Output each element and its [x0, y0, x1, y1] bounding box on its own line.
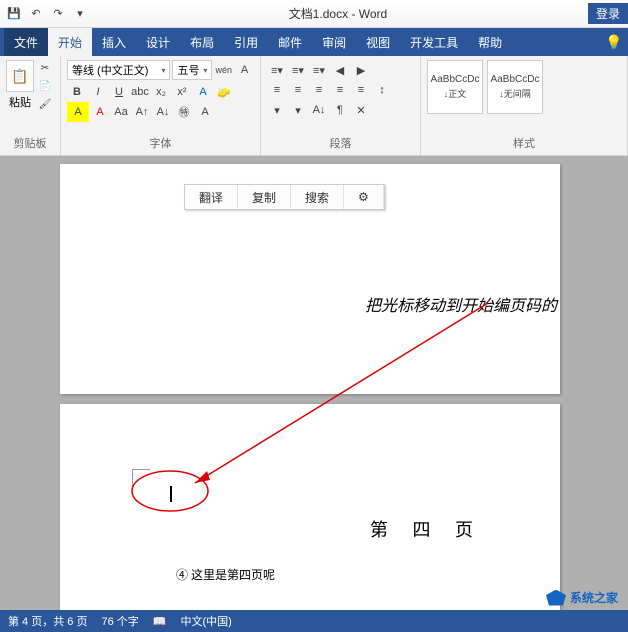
page-header-text: 第 四 页 [370, 516, 483, 542]
align-right-icon[interactable]: ≡ [309, 80, 329, 100]
borders-icon[interactable]: ▾ [288, 100, 308, 120]
mini-copy-button[interactable]: 复制 [238, 185, 291, 209]
annotation-text: 把光标移动到开始编页码的 [365, 292, 557, 316]
tab-mail[interactable]: 邮件 [268, 28, 312, 56]
watermark: 系统之家 [546, 589, 618, 606]
paste-button[interactable]: 粘贴 [9, 94, 31, 110]
text-cursor-icon [170, 486, 172, 502]
bold-button[interactable]: B [67, 82, 87, 102]
align-center-icon[interactable]: ≡ [288, 80, 308, 100]
tab-design[interactable]: 设计 [136, 28, 180, 56]
tab-layout[interactable]: 布局 [180, 28, 224, 56]
tab-view[interactable]: 视图 [356, 28, 400, 56]
decrease-indent-icon[interactable]: ◀ [330, 60, 350, 80]
style-nospacing[interactable]: AaBbCcDc ↓无间隔 [487, 60, 543, 114]
tab-developer[interactable]: 开发工具 [400, 28, 468, 56]
subscript-button[interactable]: x₂ [151, 82, 171, 102]
ribbon: 📋 粘贴 ✂ 📄 🖌 剪贴板 等线 (中文正文) 五号 wén A B I U [0, 56, 628, 156]
tab-review[interactable]: 审阅 [312, 28, 356, 56]
group-font: 等线 (中文正文) 五号 wén A B I U abc x₂ x² A 🧽 A… [61, 56, 261, 155]
numbering-icon[interactable]: ≡▾ [288, 60, 308, 80]
highlight-icon[interactable]: A [67, 102, 89, 122]
char-scaling-icon[interactable]: A [195, 102, 215, 122]
group-clipboard-label: 剪贴板 [6, 133, 54, 151]
style-normal[interactable]: AaBbCcDc ↓正文 [427, 60, 483, 114]
paste-icon[interactable]: 📋 [6, 60, 34, 92]
titlebar: 💾 ↶ ↷ ▾ 文档1.docx - Word 登录 [0, 0, 628, 28]
tab-file[interactable]: 文件 [4, 28, 48, 56]
grow-font-icon[interactable]: A↑ [132, 102, 152, 122]
mini-search-button[interactable]: 搜索 [291, 185, 344, 209]
group-clipboard: 📋 粘贴 ✂ 📄 🖌 剪贴板 [0, 56, 61, 155]
group-styles-label: 样式 [427, 133, 621, 151]
page-body-text: ④ 这里是第四页呢 [176, 566, 275, 583]
tab-references[interactable]: 引用 [224, 28, 268, 56]
statusbar: 第 4 页，共 6 页 76 个字 📖 中文(中国) [0, 610, 628, 632]
tab-help[interactable]: 帮助 [468, 28, 512, 56]
page-4[interactable]: 第 四 页 ④ 这里是第四页呢 [60, 404, 560, 610]
status-words[interactable]: 76 个字 [101, 613, 138, 629]
status-language[interactable]: 中文(中国) [180, 613, 231, 629]
group-paragraph: ≡▾ ≡▾ ≡▾ ◀ ▶ ≡ ≡ ≡ ≡ ≡ ↕ ▾ ▾ A↓ ¶ ✕ [261, 56, 421, 155]
mini-translate-button[interactable]: 翻译 [185, 185, 238, 209]
underline-button[interactable]: U [109, 82, 129, 102]
document-area[interactable]: 翻译 复制 搜索 ⚙ 把光标移动到开始编页码的 第 四 页 ④ 这里是第四页呢 [0, 156, 628, 610]
text-effects-icon[interactable]: A [193, 82, 213, 102]
shading-icon[interactable]: ▾ [267, 100, 287, 120]
show-marks-icon[interactable]: ¶ [330, 100, 350, 120]
window-title: 文档1.docx - Word [88, 5, 588, 22]
superscript-button[interactable]: x² [172, 82, 192, 102]
watermark-text: 系统之家 [570, 589, 618, 606]
line-spacing-icon[interactable]: ↕ [372, 80, 392, 100]
multilevel-icon[interactable]: ≡▾ [309, 60, 329, 80]
shrink-font-icon[interactable]: A↓ [153, 102, 173, 122]
justify-icon[interactable]: ≡ [330, 80, 350, 100]
copy-icon[interactable]: 📄 [36, 78, 54, 94]
align-left-icon[interactable]: ≡ [267, 80, 287, 100]
qat-dropdown-icon[interactable]: ▾ [72, 6, 88, 22]
phonetic-guide-icon[interactable]: wén [214, 60, 233, 80]
mini-settings-icon[interactable]: ⚙ [344, 185, 384, 209]
char-border-icon[interactable]: A [235, 60, 254, 80]
char-shading-icon[interactable]: Aa [111, 102, 131, 122]
status-page[interactable]: 第 4 页，共 6 页 [8, 613, 87, 629]
cut-icon[interactable]: ✂ [36, 60, 54, 76]
ribbon-tabs: 文件 开始 插入 设计 布局 引用 邮件 审阅 视图 开发工具 帮助 💡 [0, 28, 628, 56]
font-size-combo[interactable]: 五号 [172, 60, 212, 80]
clear-format-icon[interactable]: 🧽 [214, 82, 234, 102]
strikethrough-button[interactable]: abc [130, 82, 150, 102]
format-painter-icon[interactable]: 🖌 [36, 96, 54, 112]
bullets-icon[interactable]: ≡▾ [267, 60, 287, 80]
undo-icon[interactable]: ↶ [28, 6, 44, 22]
enclose-char-icon[interactable]: ㊕ [174, 102, 194, 122]
font-family-combo[interactable]: 等线 (中文正文) [67, 60, 170, 80]
page-previous[interactable]: 翻译 复制 搜索 ⚙ 把光标移动到开始编页码的 [60, 164, 560, 394]
tab-home[interactable]: 开始 [48, 28, 92, 56]
save-icon[interactable]: 💾 [6, 6, 22, 22]
snap-icon[interactable]: ✕ [351, 100, 371, 120]
margin-corner-icon [132, 469, 150, 487]
redo-icon[interactable]: ↷ [50, 6, 66, 22]
quick-access-toolbar: 💾 ↶ ↷ ▾ [0, 6, 88, 22]
tab-insert[interactable]: 插入 [92, 28, 136, 56]
login-button[interactable]: 登录 [588, 3, 628, 24]
group-styles: AaBbCcDc ↓正文 AaBbCcDc ↓无间隔 样式 [421, 56, 628, 155]
increase-indent-icon[interactable]: ▶ [351, 60, 371, 80]
distribute-icon[interactable]: ≡ [351, 80, 371, 100]
group-paragraph-label: 段落 [267, 133, 414, 151]
group-font-label: 字体 [67, 133, 254, 151]
status-proofing-icon[interactable]: 📖 [153, 615, 167, 628]
mini-toolbar: 翻译 复制 搜索 ⚙ [184, 184, 385, 210]
font-color-icon[interactable]: A [90, 102, 110, 122]
sort-icon[interactable]: A↓ [309, 100, 329, 120]
italic-button[interactable]: I [88, 82, 108, 102]
tell-me-icon[interactable]: 💡 [600, 28, 628, 56]
watermark-logo-icon [546, 590, 566, 606]
